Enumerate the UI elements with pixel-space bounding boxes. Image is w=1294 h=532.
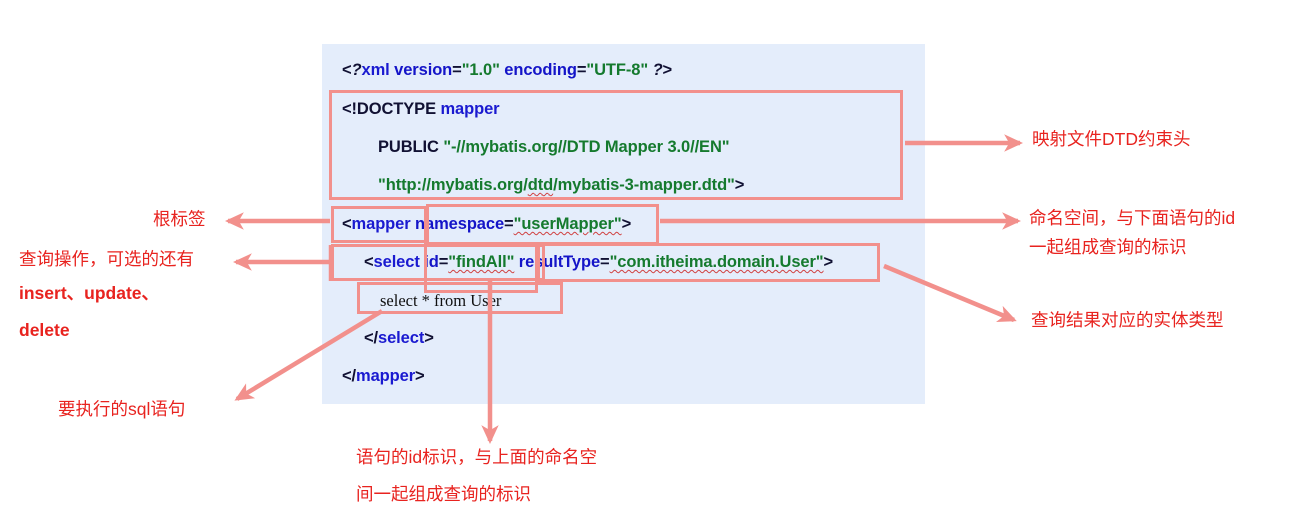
doctype-block-highlight xyxy=(329,90,903,200)
resulttype-attr-highlight xyxy=(537,243,880,282)
annotation-root-tag: 根标签 xyxy=(153,209,206,229)
annotation-query-op-line1: 查询操作，可选的还有 xyxy=(19,249,194,269)
annotation-dtd-header: 映射文件DTD约束头 xyxy=(1032,129,1191,149)
annotation-query-op-line2: insert、update、 xyxy=(19,283,160,303)
annotation-id-mark-line1: 语句的id标识，与上面的命名空 xyxy=(356,447,598,467)
namespace-attr-highlight xyxy=(426,204,659,245)
annotation-query-op-line3: delete xyxy=(19,320,70,340)
mapper-tag-highlight xyxy=(331,206,427,243)
annotation-namespace-line1: 命名空间，与下面语句的id xyxy=(1029,208,1236,228)
annotation-namespace-line2: 一起组成查询的标识 xyxy=(1029,237,1187,257)
annotation-result-type: 查询结果对应的实体类型 xyxy=(1031,310,1224,330)
code-line-prolog: <?xml version="1.0" encoding="UTF-8" ?> xyxy=(342,61,673,79)
code-line-mapper-close: </mapper> xyxy=(342,367,425,385)
sql-statement-highlight xyxy=(357,282,563,314)
diagram-canvas: <?xml version="1.0" encoding="UTF-8" ?> … xyxy=(0,0,1294,532)
code-line-select-close: </select> xyxy=(364,329,434,347)
annotation-id-mark-line2: 间一起组成查询的标识 xyxy=(356,484,531,504)
arrow-to-query-op-note xyxy=(232,245,334,281)
annotation-sql-to-run: 要执行的sql语句 xyxy=(58,399,186,419)
